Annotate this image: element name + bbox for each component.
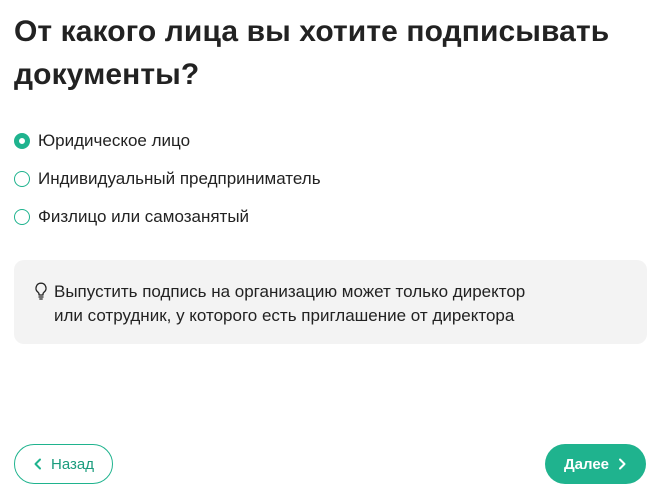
- lightbulb-icon: [35, 282, 47, 300]
- info-line-1: Выпустить подпись на организацию может т…: [54, 282, 526, 301]
- signer-type-radio-group: Юридическое лицо Индивидуальный предприн…: [14, 128, 614, 242]
- next-button-label: Далее: [563, 455, 610, 473]
- option-label: Индивидуальный предприниматель: [38, 169, 321, 188]
- back-button[interactable]: Назад: [14, 444, 113, 484]
- option-label: Юридическое лицо: [38, 131, 191, 150]
- next-button[interactable]: Далее: [545, 444, 646, 484]
- option-individual-self-employed[interactable]: Физлицо или самозанятый: [14, 204, 614, 230]
- radio-legal-entity[interactable]: [14, 133, 30, 149]
- chevron-left-icon: [34, 458, 41, 470]
- info-line-2: или сотрудник, у которого есть приглашен…: [54, 306, 515, 325]
- radio-individual-entrepreneur[interactable]: [14, 171, 30, 187]
- signature-type-page: От какого лица вы хотите подписывать док…: [0, 0, 658, 503]
- option-individual-entrepreneur[interactable]: Индивидуальный предприниматель: [14, 166, 614, 192]
- radio-individual-self-employed[interactable]: [14, 209, 30, 225]
- page-title: От какого лица вы хотите подписывать док…: [14, 15, 610, 91]
- chevron-right-icon: [619, 458, 626, 470]
- option-legal-entity[interactable]: Юридическое лицо: [14, 128, 614, 154]
- info-note: Выпустить подпись на организацию может т…: [14, 260, 647, 344]
- info-text: Выпустить подпись на организацию может т…: [54, 280, 594, 326]
- back-button-label: Назад: [51, 455, 94, 473]
- option-label: Физлицо или самозанятый: [38, 207, 250, 226]
